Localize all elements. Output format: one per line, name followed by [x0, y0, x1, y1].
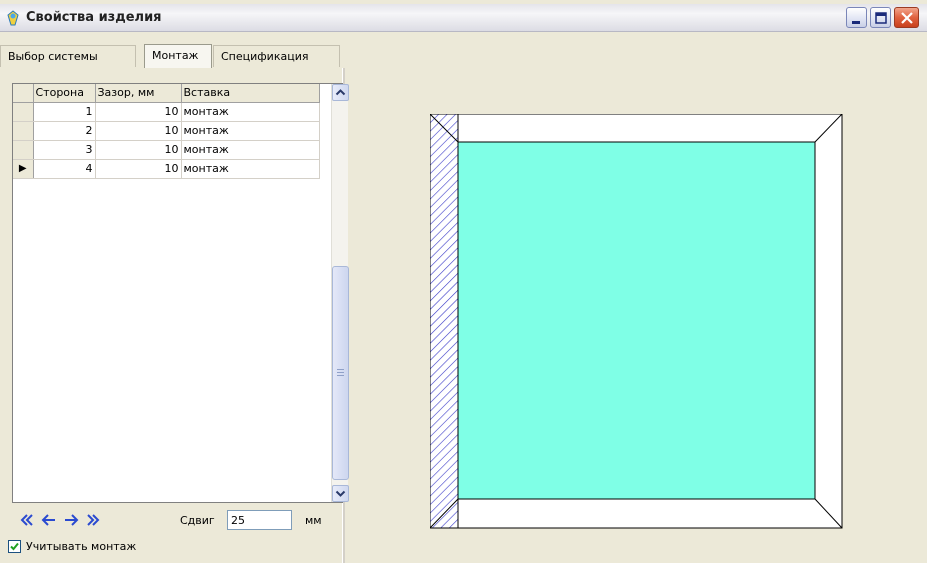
shift-unit-label: мм [305, 514, 322, 527]
window-title: Свойства изделия [26, 10, 162, 25]
scroll-thumb[interactable] [332, 266, 349, 480]
close-icon [901, 12, 913, 24]
account-mounting-checkbox[interactable] [8, 540, 21, 553]
table-row[interactable]: ▶ 4 10 монтаж [13, 159, 320, 179]
grid-header-row: Сторона Зазор, мм Вставка [13, 84, 320, 103]
chevron-up-icon [335, 89, 346, 96]
cell-side[interactable]: 2 [33, 121, 96, 141]
checkmark-icon [10, 542, 19, 551]
column-header-insert[interactable]: Вставка [181, 84, 320, 103]
scroll-down-button[interactable] [332, 485, 349, 502]
cell-side[interactable]: 4 [33, 159, 96, 179]
row-indicator[interactable] [13, 102, 34, 122]
close-button[interactable] [894, 7, 919, 28]
grid-corner-cell [13, 84, 34, 103]
cell-side[interactable]: 3 [33, 140, 96, 160]
shift-label: Сдвиг [180, 514, 215, 527]
table-row[interactable]: 1 10 монтаж [13, 102, 320, 122]
current-row-indicator[interactable]: ▶ [13, 159, 34, 179]
mounting-grid[interactable]: Сторона Зазор, мм Вставка 1 10 монтаж 2 … [12, 83, 349, 503]
mounting-hatch-left [430, 114, 459, 529]
column-header-side[interactable]: Сторона [33, 84, 96, 103]
tab-system-selection[interactable]: Выбор системы [0, 45, 136, 67]
cell-gap[interactable]: 10 [95, 159, 182, 179]
grid-vertical-scrollbar[interactable] [331, 84, 349, 502]
account-mounting-label: Учитывать монтаж [26, 540, 137, 553]
cell-gap[interactable]: 10 [95, 121, 182, 141]
window-preview-drawing [430, 114, 843, 529]
last-record-icon[interactable] [84, 512, 102, 528]
cell-insert[interactable]: монтаж [181, 102, 320, 122]
cell-insert[interactable]: монтаж [181, 121, 320, 141]
next-record-icon[interactable] [62, 512, 80, 528]
previous-record-icon[interactable] [40, 512, 58, 528]
table-row[interactable]: 3 10 монтаж [13, 140, 320, 160]
maximize-button[interactable] [870, 7, 891, 28]
minimize-icon [852, 21, 860, 24]
title-bar[interactable]: Свойства изделия [0, 4, 927, 32]
glass-pane [457, 141, 816, 500]
tab-mounting[interactable]: Монтаж [144, 44, 212, 69]
first-record-icon[interactable] [18, 512, 36, 528]
tab-specification[interactable]: Спецификация [213, 45, 340, 67]
grip-icon [337, 369, 344, 376]
cell-side[interactable]: 1 [33, 102, 96, 122]
column-header-gap[interactable]: Зазор, мм [95, 84, 182, 103]
row-indicator[interactable] [13, 140, 34, 160]
shift-input[interactable] [227, 510, 292, 530]
scroll-up-button[interactable] [332, 84, 349, 101]
maximize-icon [875, 12, 887, 24]
cell-insert[interactable]: монтаж [181, 159, 320, 179]
table-row[interactable]: 2 10 монтаж [13, 121, 320, 141]
chevron-down-icon [335, 490, 346, 497]
cell-gap[interactable]: 10 [95, 140, 182, 160]
window: Свойства изделия Выбор системы Монтаж Сп… [0, 0, 927, 563]
cell-insert[interactable]: монтаж [181, 140, 320, 160]
tab-strip: Выбор системы Монтаж Спецификация [0, 44, 345, 69]
app-icon [7, 10, 19, 26]
cell-gap[interactable]: 10 [95, 102, 182, 122]
minimize-button[interactable] [846, 7, 867, 28]
row-indicator[interactable] [13, 121, 34, 141]
